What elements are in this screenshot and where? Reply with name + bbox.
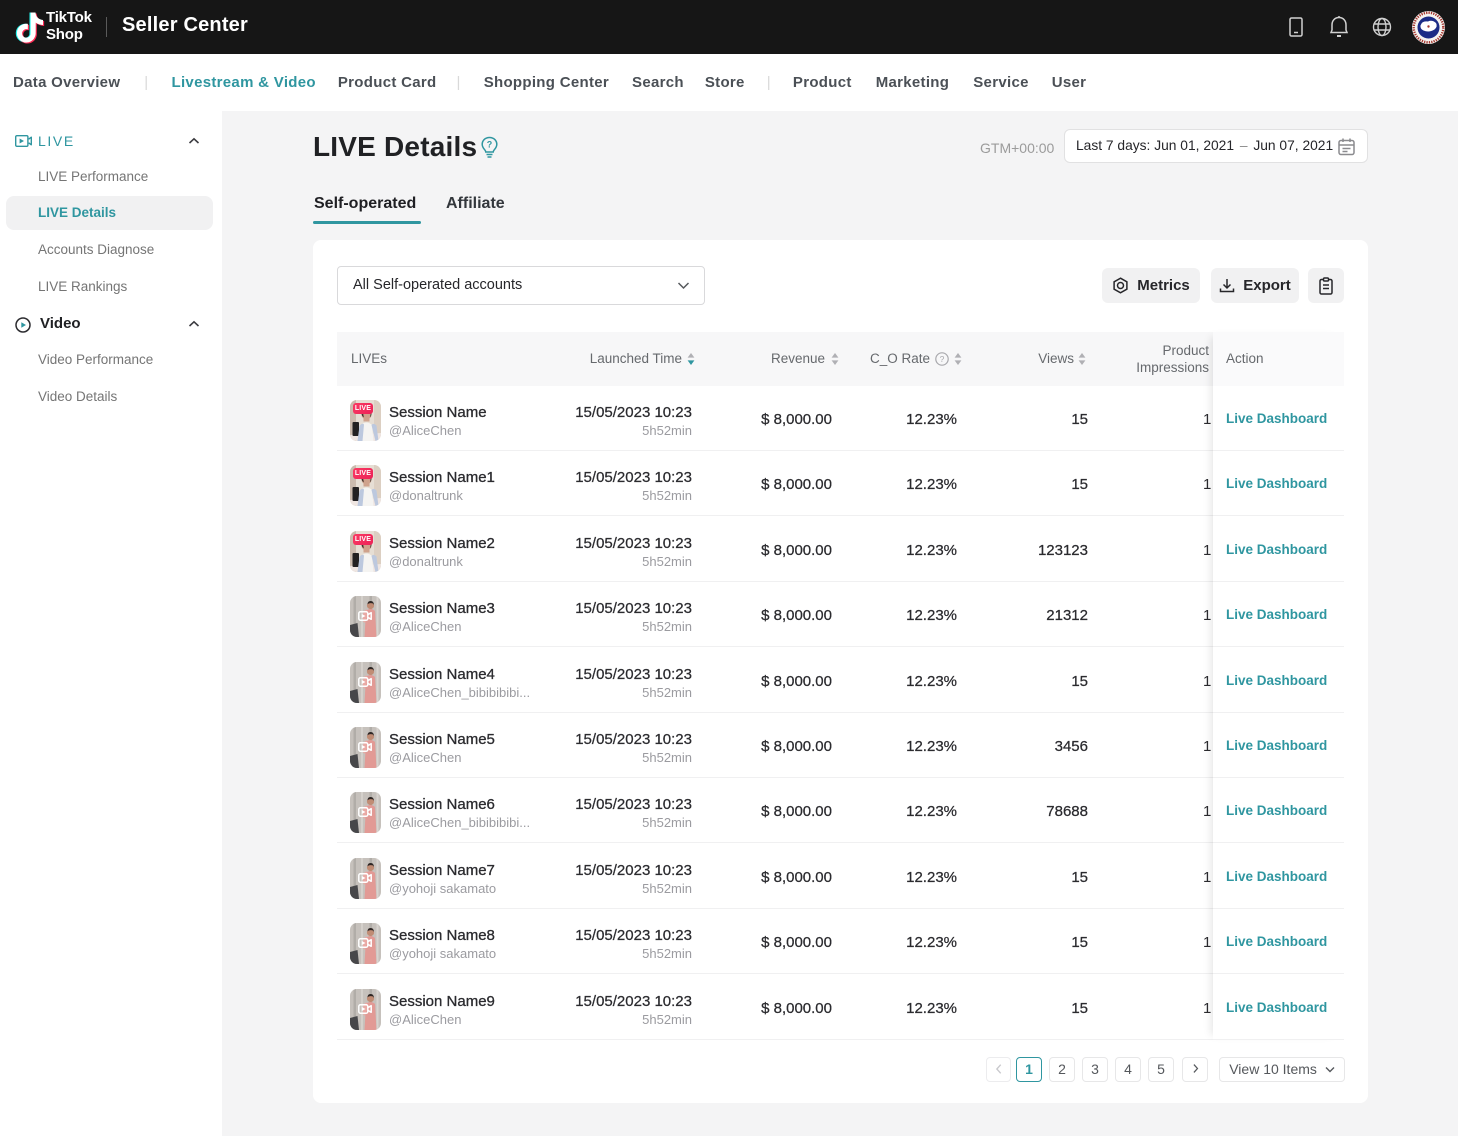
svg-text:?: ? xyxy=(940,354,945,364)
svg-text:?: ? xyxy=(487,140,493,150)
